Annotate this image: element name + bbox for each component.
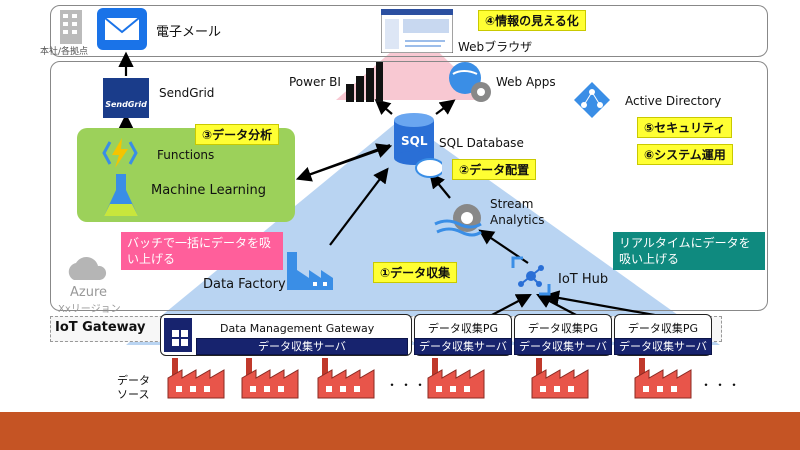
ellipsis-2: ・・・ <box>700 378 743 392</box>
factory-icon <box>531 357 589 399</box>
factory-icon <box>427 357 485 399</box>
footer-bar <box>0 412 800 450</box>
ellipsis-1: ・・・ <box>386 378 429 392</box>
factory-icon <box>241 357 299 399</box>
factory-icon <box>167 357 225 399</box>
factory-icon <box>317 357 375 399</box>
factory-icon <box>634 357 692 399</box>
